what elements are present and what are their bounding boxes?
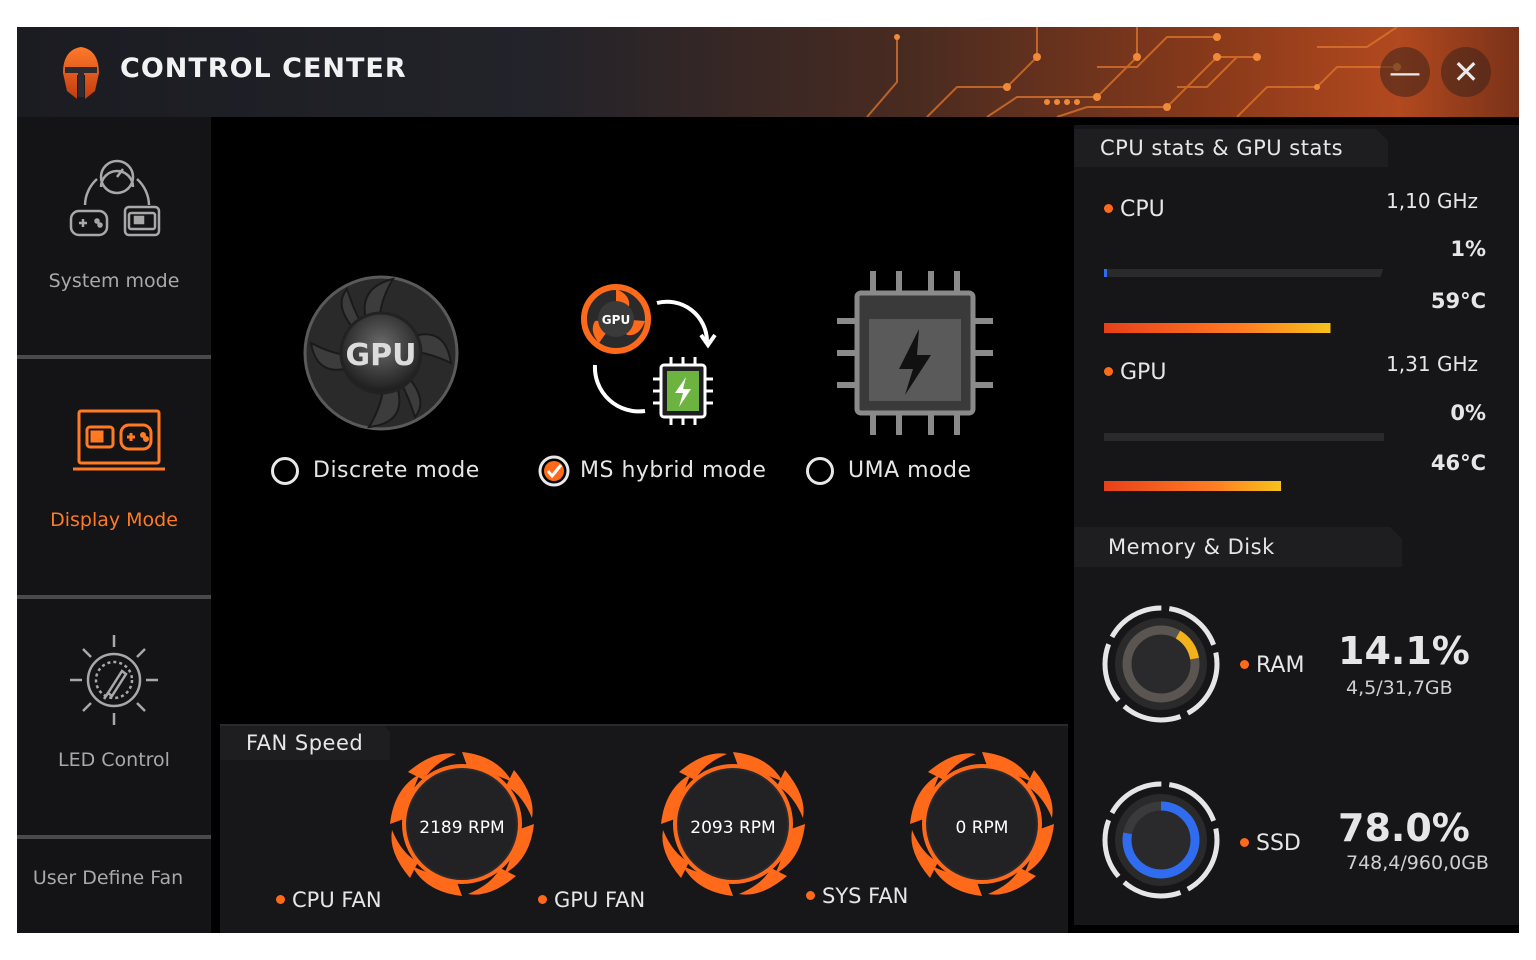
uma-mode-radio[interactable]: [806, 457, 834, 485]
bullet-dot: [1104, 366, 1113, 376]
ms-hybrid-mode-radio-checked[interactable]: [538, 455, 570, 487]
ssd-detail: 748,4/960,0GB: [1346, 852, 1489, 874]
ram-detail: 4,5/31,7GB: [1346, 677, 1453, 699]
bullet-dot: [1240, 659, 1249, 669]
ssd-percent: 78.0%: [1338, 806, 1470, 850]
bullet-dot: [806, 890, 815, 900]
bullet-dot: [1240, 837, 1249, 847]
ram-usage-ring: [1102, 605, 1220, 723]
cpu-temperature-bar: [1104, 323, 1331, 333]
close-button[interactable]: ✕: [1441, 47, 1491, 97]
control-center-window: CONTROL CENTER — ✕ System mode Display M…: [17, 27, 1519, 933]
sys-fan-rpm: 0 RPM: [955, 818, 1009, 838]
cpu-label-text: CPU: [1120, 197, 1165, 222]
gpu-chip-text: GPU: [346, 338, 417, 373]
display-mode-icon: [73, 409, 165, 471]
sidebar: System mode Display Mode LED Control Use…: [17, 117, 211, 933]
gpu-chip-text: GPU: [602, 313, 630, 327]
led-control-icon: [70, 635, 158, 725]
stats-panel: CPU stats & GPU stats CPU 1,10 GHz 1% 59…: [1074, 125, 1519, 925]
bullet-dot: [1104, 203, 1113, 213]
ssd-label-text: SSD: [1256, 831, 1301, 856]
gpu-usage-bar: [1104, 433, 1384, 441]
cpu-fan-label: CPU FAN: [276, 888, 382, 912]
sidebar-item-label: LED Control: [58, 749, 170, 771]
ssd-label: SSD: [1240, 831, 1301, 856]
minimize-button[interactable]: —: [1380, 47, 1430, 97]
ram-label: RAM: [1240, 653, 1304, 678]
gpu-label: GPU: [1104, 360, 1166, 385]
discrete-mode-label[interactable]: Discrete mode: [313, 458, 480, 483]
ssd-usage-ring: [1102, 781, 1220, 899]
sidebar-item-led-control[interactable]: LED Control: [17, 599, 211, 835]
hybrid-mode-icon: GPU: [581, 284, 717, 425]
bullet-dot: [538, 894, 547, 904]
gpu-fan-label-text: GPU FAN: [554, 888, 646, 912]
system-mode-icon: [69, 159, 161, 237]
gpu-clock: 1,31 GHz: [1386, 352, 1478, 376]
helmet-logo-icon: [63, 47, 99, 99]
fan-speed-title: FAN Speed: [220, 726, 390, 760]
sys-fan-label: SYS FAN: [806, 884, 908, 908]
gpu-temperature-bar: [1104, 481, 1281, 491]
sidebar-item-display-mode[interactable]: Display Mode: [17, 359, 211, 595]
cpu-usage: 1%: [1450, 237, 1486, 261]
ram-label-text: RAM: [1256, 653, 1305, 678]
gpu-fan-label: GPU FAN: [538, 888, 645, 912]
sidebar-item-label: System mode: [48, 270, 180, 292]
sidebar-item-system-mode[interactable]: System mode: [17, 117, 211, 357]
uma-chip-icon: [837, 271, 993, 435]
cpu-usage-bar: [1104, 269, 1384, 277]
sys-fan-label-text: SYS FAN: [822, 884, 909, 908]
cpu-label: CPU: [1104, 197, 1165, 222]
sidebar-item-user-define-fan[interactable]: User Define Fan: [17, 839, 211, 933]
app-title: CONTROL CENTER: [120, 53, 407, 84]
bullet-dot: [276, 894, 285, 904]
discrete-mode-radio[interactable]: [271, 457, 299, 485]
gpu-label-text: GPU: [1120, 360, 1167, 385]
gpu-temperature: 46°C: [1430, 451, 1486, 475]
cpu-clock: 1,10 GHz: [1386, 189, 1478, 213]
cpu-fan-label-text: CPU FAN: [292, 888, 382, 912]
fan-speed-panel: FAN Speed 2189 RPM CPU FAN 2093 RPM GPU …: [220, 724, 1068, 933]
discrete-gpu-fan-icon: GPU: [303, 275, 459, 431]
gpu-usage: 0%: [1450, 401, 1486, 425]
sidebar-item-label: User Define Fan: [32, 867, 184, 889]
sidebar-item-label: Display Mode: [50, 509, 178, 531]
uma-mode-label[interactable]: UMA mode: [848, 458, 972, 483]
cpu-fan-rpm: 2189 RPM: [419, 818, 505, 838]
title-bar: CONTROL CENTER — ✕: [17, 27, 1519, 117]
ms-hybrid-mode-label[interactable]: MS hybrid mode: [580, 458, 766, 483]
ram-percent: 14.1%: [1338, 629, 1470, 673]
cpu-temperature: 59°C: [1430, 289, 1486, 313]
memory-disk-title: Memory & Disk: [1074, 527, 1402, 567]
cpu-gpu-stats-title: CPU stats & GPU stats: [1074, 129, 1388, 167]
gpu-fan-rpm: 2093 RPM: [690, 818, 776, 838]
